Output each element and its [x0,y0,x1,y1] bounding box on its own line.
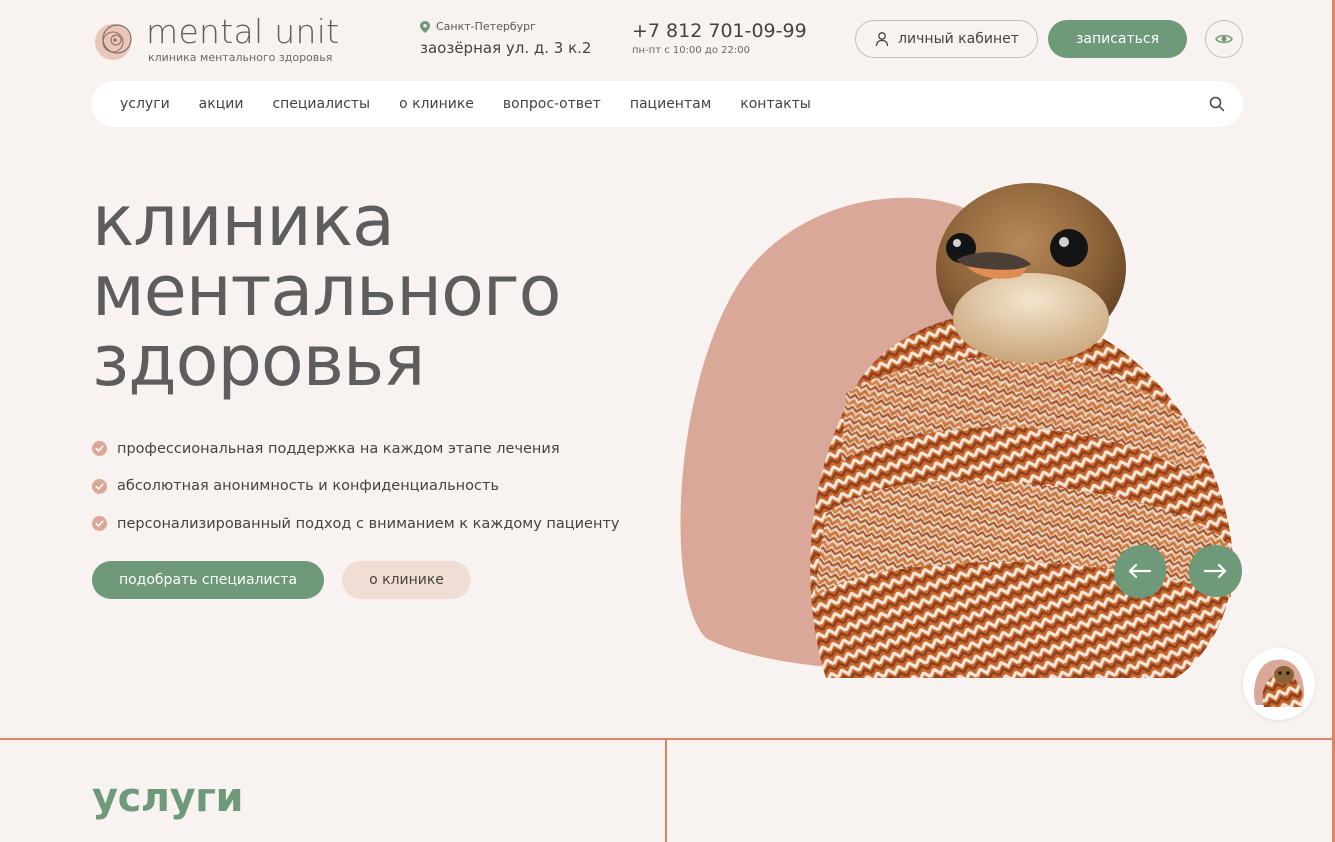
nav-item-about[interactable]: о клинике [399,96,474,112]
hero-title-line: здоровья [92,320,425,402]
nav-item-patients[interactable]: пациентам [630,96,711,112]
check-icon [92,441,107,457]
about-clinic-button[interactable]: о клинике [342,561,471,599]
section-divider-vertical [665,738,667,842]
feature-item: абсолютная анонимность и конфиденциально… [92,468,619,506]
brand-name: mental unit [146,12,340,51]
nav-item-specialists[interactable]: специалисты [272,96,370,112]
cabinet-button[interactable]: личный кабинет [855,20,1038,58]
services-section-title: услуги [92,775,244,821]
accessibility-button[interactable] [1205,20,1243,58]
feature-text: профессиональная поддержка на каждом эта… [117,440,560,457]
hero-bird-image [680,183,1233,678]
find-specialist-button[interactable]: подобрать специалиста [92,561,324,599]
slider-prev-button[interactable] [1112,543,1168,599]
signup-button[interactable]: записаться [1048,20,1187,58]
slider-next-button[interactable] [1187,543,1243,599]
nav-item-contacts[interactable]: контакты [740,96,811,112]
nav-item-services[interactable]: услуги [120,96,170,112]
check-icon [92,478,107,494]
feature-item: профессиональная поддержка на каждом эта… [92,430,619,468]
city-name: Санкт-Петербург [436,20,536,33]
street-address: заозёрная ул. д. 3 к.2 [420,39,592,57]
address-block: Санкт-Петербург заозёрная ул. д. 3 к.2 [420,20,591,57]
user-icon [875,32,889,47]
check-icon [92,516,107,532]
slide-thumbnail[interactable] [1243,648,1315,720]
main-nav: услуги акции специалисты о клинике вопро… [92,81,1243,127]
logo-mark-icon [95,24,132,60]
hero-title-line: ментального [92,250,562,332]
nav-item-faq[interactable]: вопрос-ответ [503,96,601,112]
hero-title: клиника ментального здоровья [92,186,652,396]
nav-item-promotions[interactable]: акции [199,96,244,112]
location-pin-icon [420,20,430,33]
city-row: Санкт-Петербург [420,20,591,33]
feature-text: персонализированный подход с вниманием к… [117,515,620,532]
search-icon[interactable] [1209,96,1225,112]
feature-list: профессиональная поддержка на каждом эта… [92,430,619,543]
logo[interactable]: mental unit клиника ментального здоровья [92,14,339,64]
section-divider [0,738,1335,740]
feature-item: персонализированный подход с вниманием к… [92,505,619,543]
bird-thumbnail-image [1254,659,1304,707]
hero-title-line: клиника [92,180,395,262]
working-hours: пн-пт с 10:00 до 22:00 [632,45,750,56]
feature-text: абсолютная анонимность и конфиденциально… [117,478,499,495]
eye-icon [1215,34,1233,44]
page: mental unit клиника ментального здоровья… [0,0,1335,842]
cabinet-label: личный кабинет [898,31,1019,47]
phone-link[interactable]: +7 812 701-09-99 [632,20,807,42]
phone-block: +7 812 701-09-99 пн-пт с 10:00 до 22:00 [632,20,807,56]
brand-tagline: клиника ментального здоровья [148,51,333,64]
